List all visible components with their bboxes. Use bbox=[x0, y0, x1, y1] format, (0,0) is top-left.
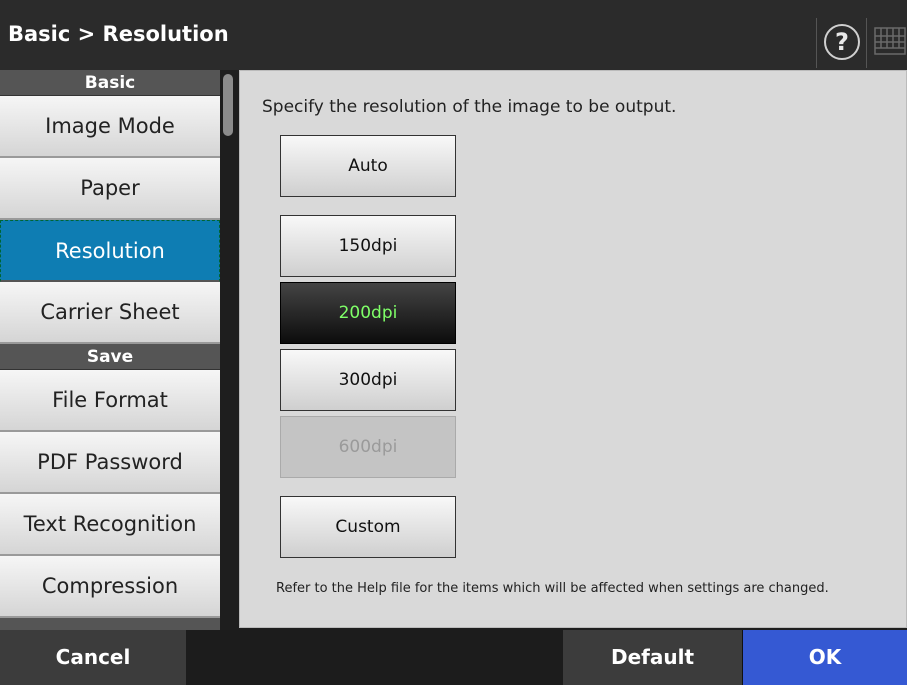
help-icon: ? bbox=[824, 24, 860, 60]
sidebar-item-file-format[interactable]: File Format bbox=[0, 370, 220, 432]
resolution-option-300dpi[interactable]: 300dpi bbox=[280, 349, 456, 411]
help-note: Refer to the Help file for the items whi… bbox=[276, 581, 829, 596]
cancel-button[interactable]: Cancel bbox=[0, 630, 186, 685]
sidebar-section-save: Save bbox=[0, 344, 220, 370]
ok-button[interactable]: OK bbox=[743, 630, 907, 685]
resolution-option-custom[interactable]: Custom bbox=[280, 496, 456, 558]
help-button[interactable]: ? bbox=[816, 18, 866, 68]
sidebar-section-partial bbox=[0, 618, 220, 630]
sidebar-item-paper[interactable]: Paper bbox=[0, 158, 220, 220]
sidebar-scrollbar[interactable] bbox=[220, 70, 236, 630]
keyboard-button[interactable] bbox=[866, 18, 907, 68]
sidebar-item-pdf-password[interactable]: PDF Password bbox=[0, 432, 220, 494]
page-title: Basic > Resolution bbox=[8, 22, 229, 46]
title-bar: Basic > Resolution ? bbox=[0, 0, 907, 70]
sidebar-section-basic: Basic bbox=[0, 70, 220, 96]
sidebar-item-carrier-sheet[interactable]: Carrier Sheet bbox=[0, 282, 220, 344]
footer-bar: Cancel Default OK bbox=[0, 630, 907, 685]
sidebar-item-resolution[interactable]: Resolution bbox=[0, 220, 220, 282]
resolution-option-600dpi: 600dpi bbox=[280, 416, 456, 478]
sidebar: Basic Image Mode Paper Resolution Carrie… bbox=[0, 70, 220, 630]
resolution-option-200dpi[interactable]: 200dpi bbox=[280, 282, 456, 344]
default-button[interactable]: Default bbox=[563, 630, 743, 685]
instruction-text: Specify the resolution of the image to b… bbox=[262, 97, 677, 117]
scrollbar-thumb[interactable] bbox=[223, 74, 233, 136]
resolution-option-auto[interactable]: Auto bbox=[280, 135, 456, 197]
sidebar-item-compression[interactable]: Compression bbox=[0, 556, 220, 618]
resolution-option-150dpi[interactable]: 150dpi bbox=[280, 215, 456, 277]
sidebar-item-text-recognition[interactable]: Text Recognition bbox=[0, 494, 220, 556]
sidebar-item-image-mode[interactable]: Image Mode bbox=[0, 96, 220, 158]
content-area: Specify the resolution of the image to b… bbox=[236, 70, 907, 630]
keyboard-icon bbox=[874, 27, 906, 55]
settings-panel: Specify the resolution of the image to b… bbox=[239, 70, 907, 628]
